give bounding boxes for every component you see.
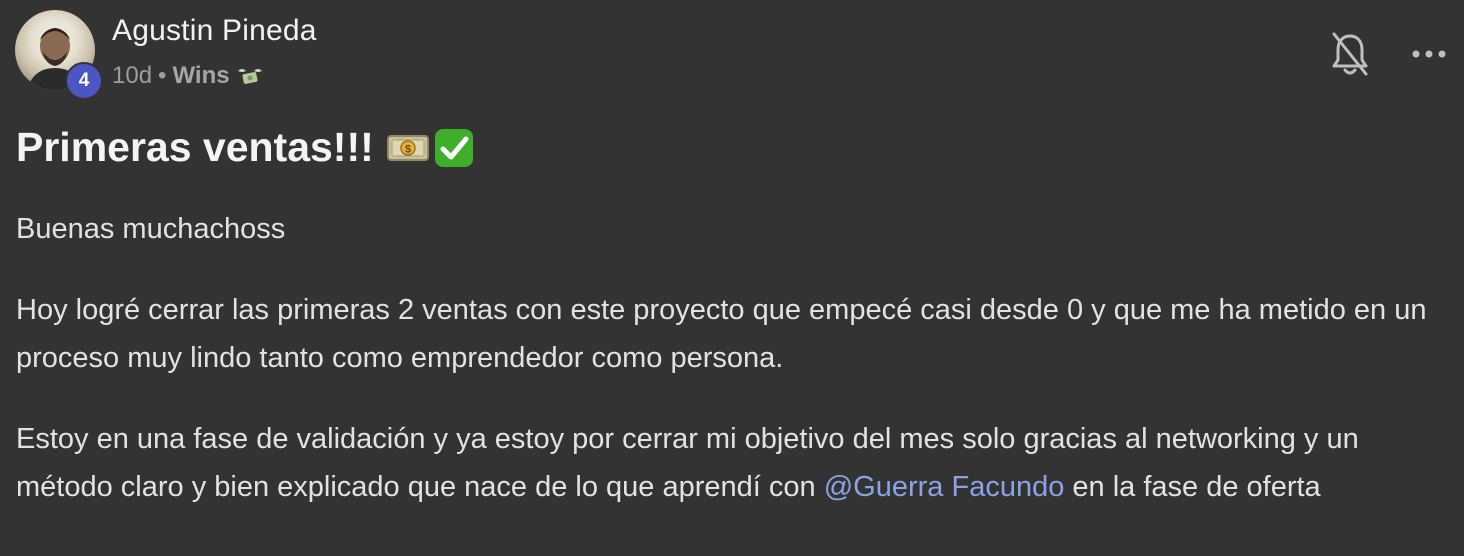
post-meta: 10d • Wins <box>112 62 264 90</box>
post-title-row: Primeras ventas!!! $ <box>16 124 476 171</box>
meta-separator: • <box>158 62 167 89</box>
svg-text:$: $ <box>405 143 411 155</box>
level-badge: 4 <box>65 62 103 100</box>
post-body: Buenas muchachoss Hoy logré cerrar las p… <box>16 205 1456 544</box>
dollar-banknote-icon: $ <box>386 134 429 161</box>
title-emojis: $ <box>386 126 476 170</box>
post-paragraph-2: Hoy logré cerrar las primeras 2 ventas c… <box>16 294 1427 374</box>
check-mark-button-icon <box>434 128 473 167</box>
money-with-wings-icon <box>236 65 264 87</box>
post-time[interactable]: 10d <box>112 62 152 90</box>
user-mention-link[interactable]: @Guerra Facundo <box>824 471 1065 503</box>
post-category[interactable]: Wins <box>172 62 229 90</box>
paragraph-3-text-after: en la fase de oferta <box>1064 471 1321 503</box>
author-name[interactable]: Agustin Pineda <box>112 14 317 48</box>
post-title: Primeras ventas!!! <box>16 124 374 170</box>
post-paragraph-3: Estoy en una fase de validación y ya est… <box>16 415 1456 511</box>
bell-off-icon[interactable] <box>1328 30 1372 78</box>
more-options-icon[interactable] <box>1410 42 1448 66</box>
author-avatar-container[interactable]: 4 <box>15 10 103 100</box>
post-paragraph-1: Buenas muchachoss <box>16 213 286 245</box>
